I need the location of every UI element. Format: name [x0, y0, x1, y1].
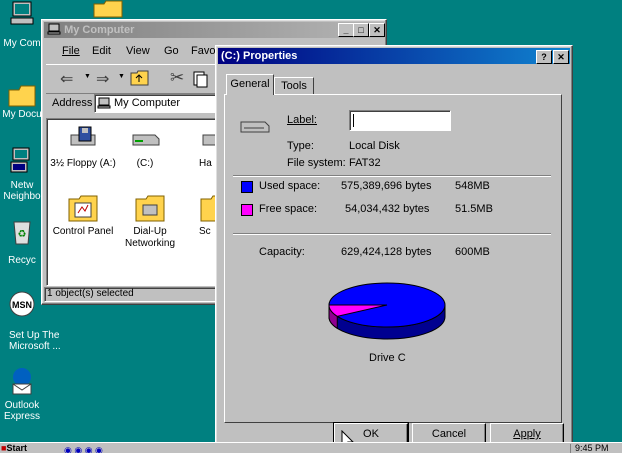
desktop-icon-network[interactable]: Netw Neighbo	[0, 146, 44, 202]
menu-favorites[interactable]: Favo	[191, 45, 215, 57]
control-panel-icon	[68, 195, 98, 222]
fs-value: FAT32	[349, 157, 381, 169]
outlook-express-icon	[12, 368, 32, 395]
forward-arrow-icon[interactable]: ⇒	[96, 69, 109, 89]
svg-text:♻: ♻	[18, 229, 27, 240]
capacity-bytes: 629,424,128 bytes	[341, 246, 432, 258]
used-mb: 548MB	[455, 180, 490, 192]
desktop-icon-label: Netw Neighbo	[3, 180, 41, 202]
window-title: My Computer	[64, 24, 135, 36]
item-control-panel[interactable]: Control Panel	[47, 193, 119, 237]
copy-icon[interactable]	[192, 70, 208, 88]
back-dropdown-icon[interactable]: ▼	[84, 73, 91, 80]
capacity-caption: Capacity:	[259, 246, 305, 258]
address-value: My Computer	[114, 97, 181, 109]
file-view: 3½ Floppy (A:) (C:) Ha Control Panel Dia…	[46, 118, 218, 286]
label-input[interactable]	[349, 110, 451, 131]
item-label: Dial-Up Networking	[124, 226, 176, 249]
desktop-icon-label: My Docu	[2, 109, 42, 120]
divider-bottom	[233, 233, 551, 235]
menu-go[interactable]: Go	[164, 45, 179, 57]
my-documents-icon	[8, 85, 36, 107]
status-bar: 1 object(s) selected	[44, 287, 218, 302]
hard-drive-icon	[132, 134, 160, 146]
my-computer-small-icon	[47, 23, 61, 35]
item-label: 3½ Floppy (A:)	[50, 158, 116, 169]
toolbar: ⇐ ▼ ⇒ ▼ ✂	[46, 64, 218, 94]
dialog-title: (C:) Properties	[221, 50, 298, 62]
text-cursor	[353, 114, 354, 127]
desktop-icon-outlook[interactable]: Outlook Express	[0, 366, 44, 422]
my-computer-titlebar[interactable]: My Computer	[44, 22, 384, 38]
used-color-swatch	[241, 181, 253, 193]
close-button[interactable]: ✕	[553, 50, 569, 64]
dialup-networking-icon	[135, 195, 165, 222]
free-bytes: 54,034,432 bytes	[345, 203, 430, 215]
desktop-icon-label: Recyc	[8, 255, 36, 266]
menu-edit[interactable]: Edit	[92, 45, 111, 57]
my-computer-icon	[10, 1, 34, 25]
desktop-icon-my-computer[interactable]: My Com	[0, 0, 44, 49]
maximize-button[interactable]: □	[353, 23, 369, 37]
taskbar: ■Start ◉ ◉ ◉ ◉ 9:45 PM	[0, 442, 622, 453]
desktop-icon-my-documents[interactable]: My Docu	[0, 82, 44, 120]
desktop-icon-label: Outlook Express	[3, 400, 41, 422]
forward-dropdown-icon[interactable]: ▼	[118, 73, 125, 80]
free-mb: 51.5MB	[455, 203, 493, 215]
general-panel: Label: Type: Local Disk File system: FAT…	[224, 94, 562, 423]
capacity-mb: 600MB	[455, 246, 490, 258]
item-floppy[interactable]: 3½ Floppy (A:)	[47, 125, 119, 169]
used-bytes: 575,389,696 bytes	[341, 180, 432, 192]
item-label: (C:)	[136, 158, 154, 169]
svg-text:MSN: MSN	[12, 300, 32, 310]
help-button[interactable]: ?	[536, 50, 552, 64]
folder-icon	[93, 0, 123, 18]
hard-drive-icon	[240, 121, 270, 133]
address-field[interactable]: My Computer	[94, 94, 220, 113]
free-color-swatch	[241, 204, 253, 216]
divider-top	[233, 175, 551, 177]
tab-general[interactable]: General	[226, 74, 274, 95]
type-caption: Type:	[287, 140, 314, 152]
item-c-drive[interactable]: (C:)	[125, 125, 165, 169]
item-dialup[interactable]: Dial-Up Networking	[119, 193, 181, 250]
msn-icon: MSN	[9, 291, 35, 317]
floppy-drive-icon	[70, 126, 96, 146]
tab-tools[interactable]: Tools	[274, 77, 314, 95]
minimize-button[interactable]: _	[338, 23, 354, 37]
menu-view[interactable]: View	[126, 45, 150, 57]
type-value: Local Disk	[349, 140, 400, 152]
properties-dialog: (C:) Properties ? ✕ General Tools Label:…	[215, 45, 573, 453]
status-text: 1 object(s) selected	[47, 288, 134, 299]
free-caption: Free space:	[259, 203, 318, 215]
fs-caption: File system:	[287, 157, 346, 169]
cut-icon[interactable]: ✂	[170, 68, 184, 88]
desktop-icon-label: My Com	[3, 38, 41, 49]
desktop-icon-folder	[92, 0, 124, 21]
desktop-icon-label: Set Up The Microsoft ...	[9, 330, 61, 352]
address-bar: Address My Computer	[46, 94, 220, 114]
disk-usage-pie	[328, 282, 446, 340]
menu-file[interactable]: File	[62, 45, 80, 57]
used-caption: Used space:	[259, 180, 321, 192]
up-folder-icon[interactable]	[130, 69, 150, 87]
close-button[interactable]: ✕	[369, 23, 385, 37]
item-label: Control Panel	[52, 226, 114, 237]
my-computer-small-icon	[97, 97, 111, 109]
back-arrow-icon[interactable]: ⇐	[60, 69, 73, 89]
recycle-bin-icon: ♻	[13, 221, 31, 245]
address-label: Address	[52, 97, 93, 109]
label-caption: Label:	[287, 114, 317, 126]
desktop-icon-recycle[interactable]: ♻ Recyc	[0, 218, 44, 266]
properties-titlebar[interactable]: (C:) Properties	[218, 48, 570, 64]
network-neighborhood-icon	[10, 147, 30, 173]
drive-caption: Drive C	[369, 352, 406, 364]
